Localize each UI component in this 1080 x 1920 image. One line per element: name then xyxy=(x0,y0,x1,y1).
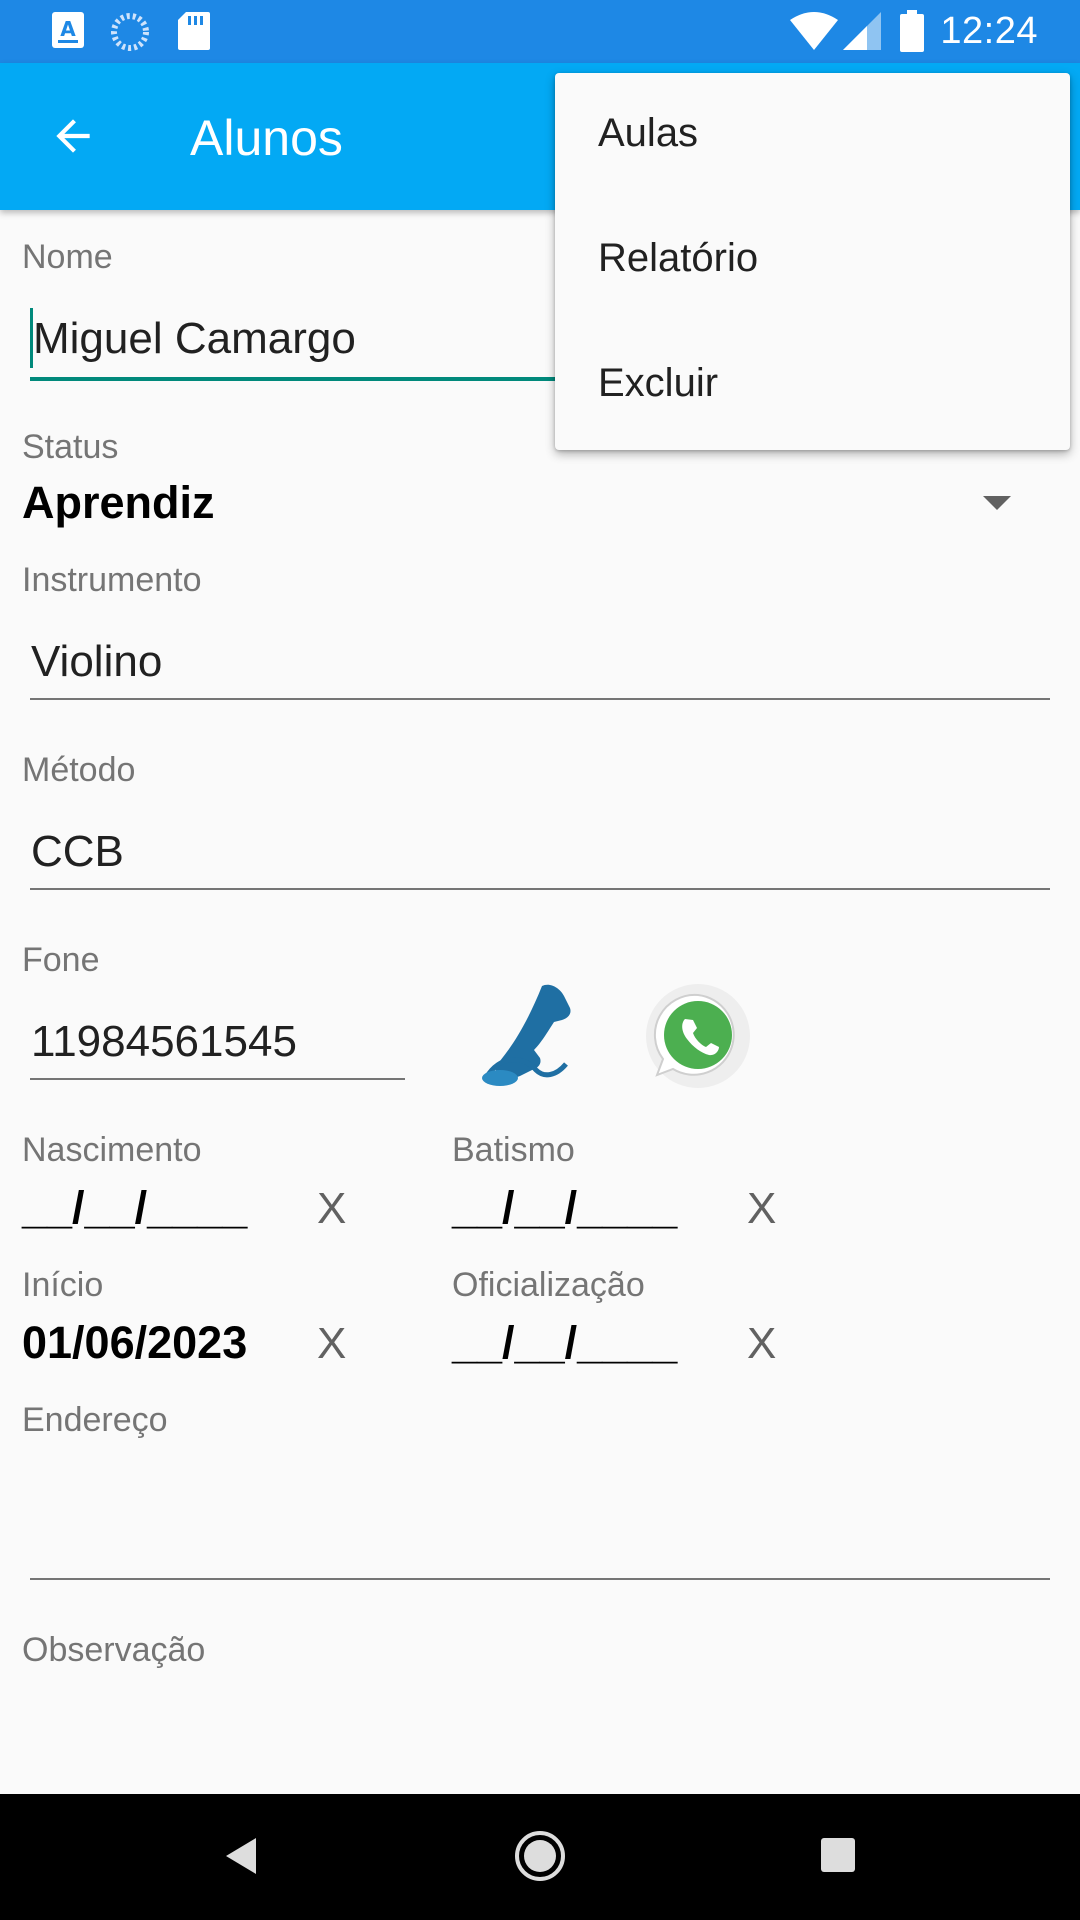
nome-label: Nome xyxy=(22,238,113,276)
menu-item-aulas[interactable]: Aulas xyxy=(555,73,1070,198)
svg-text:A: A xyxy=(60,17,76,41)
oficializacao-clear-button[interactable]: X xyxy=(747,1319,776,1369)
metodo-field[interactable]: CCB xyxy=(31,827,124,877)
instrumento-field[interactable]: Violino xyxy=(31,637,162,687)
nascimento-label: Nascimento xyxy=(22,1131,202,1169)
battery-icon xyxy=(900,10,924,52)
accessibility-icon: A xyxy=(52,12,84,48)
fone-underline xyxy=(30,1078,405,1080)
metodo-underline xyxy=(30,888,1050,890)
batismo-clear-button[interactable]: X xyxy=(747,1184,776,1234)
endereco-field[interactable] xyxy=(31,1480,1051,1570)
status-time: 12:24 xyxy=(940,10,1038,52)
whatsapp-icon[interactable] xyxy=(643,983,753,1093)
instrumento-label: Instrumento xyxy=(22,561,202,599)
back-triangle-icon[interactable] xyxy=(222,1836,258,1876)
menu-item-label: Relatório xyxy=(598,236,759,280)
nascimento-date[interactable]: __/__/____ xyxy=(22,1182,247,1234)
inicio-date[interactable]: 01/06/2023 xyxy=(22,1317,247,1369)
status-spinner[interactable]: Aprendiz xyxy=(22,477,215,529)
oficializacao-date[interactable]: __/__/____ xyxy=(452,1317,677,1369)
cell-signal-icon xyxy=(843,12,881,50)
recents-square-icon[interactable] xyxy=(821,1838,855,1872)
menu-item-label: Excluir xyxy=(598,361,719,405)
navigation-bar xyxy=(0,1794,1080,1920)
inicio-clear-button[interactable]: X xyxy=(317,1319,346,1369)
observacao-field[interactable] xyxy=(31,1700,1051,1780)
arrow-back-icon[interactable] xyxy=(48,111,98,161)
instrumento-underline xyxy=(30,698,1050,700)
oficializacao-label: Oficialização xyxy=(452,1266,645,1304)
menu-item-label: Aulas xyxy=(598,111,699,155)
phone-icon[interactable] xyxy=(480,980,580,1090)
menu-item-excluir[interactable]: Excluir xyxy=(555,323,1070,448)
nome-field[interactable]: Miguel Camargo xyxy=(33,314,356,364)
endereco-label: Endereço xyxy=(22,1401,168,1439)
fone-field[interactable]: 11984561545 xyxy=(31,1017,297,1067)
home-circle-icon[interactable] xyxy=(514,1830,566,1882)
wifi-icon xyxy=(790,12,838,50)
batismo-label: Batismo xyxy=(452,1131,575,1169)
observacao-label: Observação xyxy=(22,1631,206,1669)
page-title: Alunos xyxy=(190,110,343,166)
fone-label: Fone xyxy=(22,941,100,979)
metodo-label: Método xyxy=(22,751,136,789)
nascimento-clear-button[interactable]: X xyxy=(317,1184,346,1234)
inicio-label: Início xyxy=(22,1266,104,1304)
status-label: Status xyxy=(22,428,119,466)
status-bar: A 12:24 xyxy=(0,0,1080,63)
endereco-underline xyxy=(30,1578,1050,1580)
overflow-menu: Aulas Relatório Excluir xyxy=(555,73,1070,450)
menu-item-relatorio[interactable]: Relatório xyxy=(555,198,1070,323)
batismo-date[interactable]: __/__/____ xyxy=(452,1182,677,1234)
dropdown-arrow-icon[interactable] xyxy=(983,496,1011,510)
loading-icon xyxy=(111,13,149,51)
sd-card-icon xyxy=(178,12,210,50)
